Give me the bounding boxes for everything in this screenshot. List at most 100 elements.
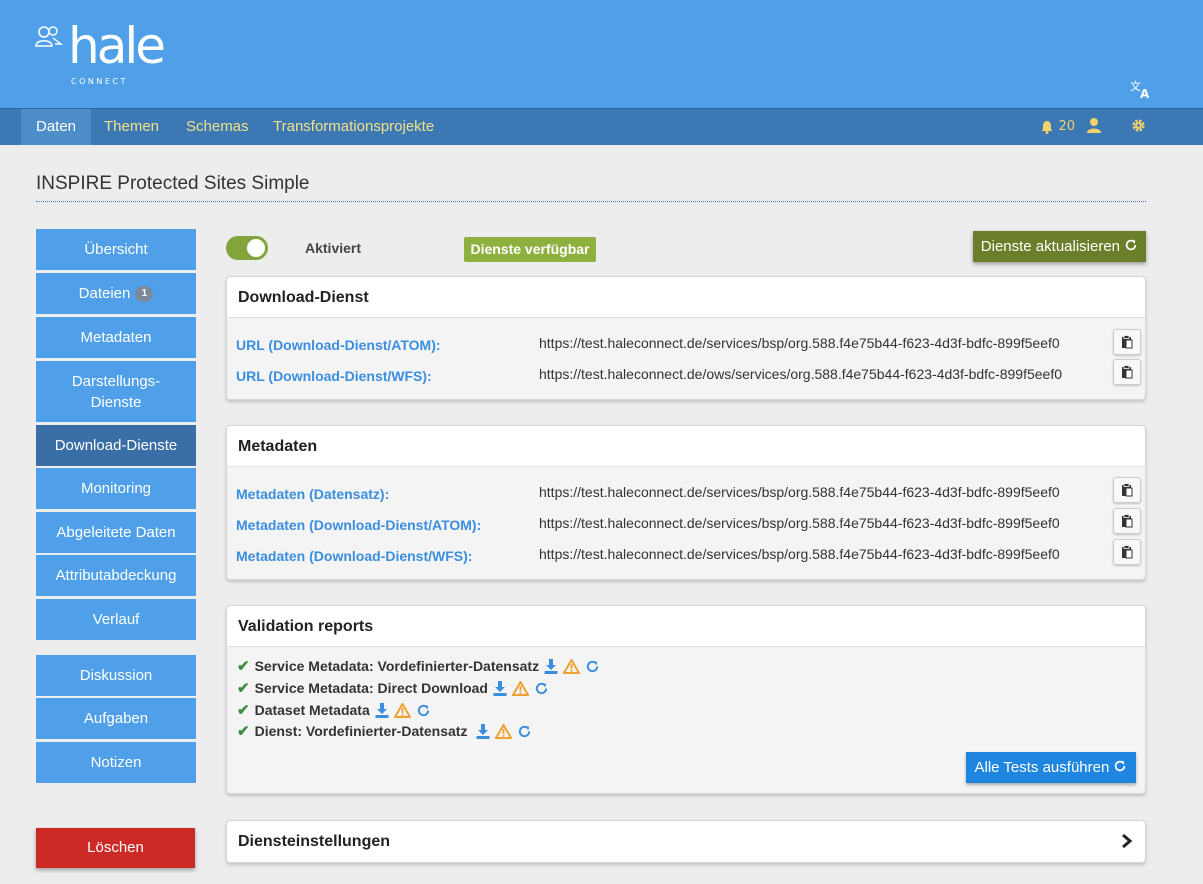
url-wfs-label[interactable]: URL (Download-Dienst/WFS): [236, 368, 432, 384]
sidebar-item-label: Notizen [90, 754, 142, 771]
copy-url-atom-button[interactable] [1113, 329, 1141, 355]
nav-item-themen[interactable]: Themen [89, 109, 174, 145]
metadata-atom-label[interactable]: Metadaten (Download-Dienst/ATOM): [236, 517, 481, 533]
check-icon: ✔ [237, 723, 250, 740]
download-icon[interactable] [375, 702, 389, 718]
rerun-icon[interactable] [416, 703, 431, 718]
metadata-panel: Metadaten Metadaten (Datensatz): https:/… [226, 425, 1146, 580]
refresh-icon [1115, 760, 1126, 772]
copy-metadata-atom-button[interactable] [1113, 508, 1141, 534]
main-nav: Daten Themen Schemas Transformationsproj… [0, 108, 1203, 145]
copy-metadata-dataset-button[interactable] [1113, 477, 1141, 503]
logo-wordmark: hale [68, 17, 166, 75]
sidebar-item-label: Abgeleitete Daten [56, 524, 176, 541]
check-icon: ✔ [237, 658, 250, 675]
validation-report-row: ✔ Dienst: Vordefinierter-Datensatz [237, 722, 532, 740]
sidebar-item-aufgaben[interactable]: Aufgaben [36, 698, 196, 739]
copy-metadata-wfs-button[interactable] [1113, 539, 1141, 565]
validation-report-row: ✔ Dataset Metadata [237, 701, 431, 719]
nav-item-daten[interactable]: Daten [21, 109, 92, 145]
toggle-knob [247, 239, 265, 257]
sidebar-item-metadaten[interactable]: Metadaten [36, 317, 196, 358]
panel-title: Diensteinstellungen [227, 821, 1145, 862]
clipboard-icon [1122, 514, 1133, 528]
download-icon[interactable] [544, 658, 558, 674]
metadata-dataset-label[interactable]: Metadaten (Datensatz): [236, 486, 389, 502]
sidebar-item-label: Darstellungs- Dienste [71, 372, 161, 411]
check-icon: ✔ [237, 680, 250, 697]
users-logo-icon [35, 26, 64, 47]
panel-title: Validation reports [227, 606, 1145, 647]
sidebar-item-darstellungs-dienste[interactable]: Darstellungs- Dienste [36, 361, 196, 422]
report-label: Service Metadata: Direct Download [254, 680, 488, 696]
run-all-tests-button[interactable]: Alle Tests ausführen [966, 752, 1136, 783]
clipboard-icon [1122, 335, 1133, 349]
refresh-icon [1125, 239, 1137, 251]
file-count-badge: 1 [135, 285, 154, 302]
clipboard-icon [1122, 365, 1133, 379]
sidebar-item-notizen[interactable]: Notizen [36, 742, 196, 783]
metadata-wfs-value: https://test.haleconnect.de/services/bsp… [539, 546, 1060, 562]
gear-icon[interactable] [1131, 109, 1146, 145]
sidebar-item-dateien[interactable]: Dateien 1 [36, 273, 196, 314]
notifications-count: 20 [1058, 119, 1075, 134]
svg-text:A: A [1140, 87, 1150, 99]
delete-button[interactable]: Löschen [36, 828, 195, 868]
metadata-dataset-value: https://test.haleconnect.de/services/bsp… [539, 484, 1060, 500]
chevron-right-icon[interactable] [1121, 833, 1133, 849]
metadata-atom-value: https://test.haleconnect.de/services/bsp… [539, 515, 1060, 531]
refresh-services-button[interactable]: Dienste aktualisieren [973, 231, 1146, 262]
refresh-services-label: Dienste aktualisieren [980, 238, 1121, 255]
status-badge: Dienste verfügbar [464, 237, 596, 262]
toggle-label: Aktiviert [305, 240, 362, 256]
sidebar-item-monitoring[interactable]: Monitoring [36, 468, 196, 509]
panel-title-text: Diensteinstellungen [238, 833, 391, 850]
sidebar-item-label: Download-Dienste [54, 437, 178, 454]
activation-toggle[interactable] [226, 236, 268, 260]
rerun-icon[interactable] [517, 724, 532, 739]
sidebar-item-verlauf[interactable]: Verlauf [36, 599, 196, 640]
panel-title: Download-Dienst [227, 277, 1145, 318]
report-label: Dienst: Vordefinierter-Datensatz [254, 723, 468, 739]
report-label: Service Metadata: Vordefinierter-Datensa… [254, 658, 540, 674]
metadata-wfs-label[interactable]: Metadaten (Download-Dienst/WFS): [236, 548, 472, 564]
validation-reports-panel: Validation reports ✔ Service Metadata: V… [226, 605, 1146, 794]
sidebar-item-diskussion[interactable]: Diskussion [36, 655, 196, 696]
warning-icon[interactable] [393, 702, 411, 718]
rerun-icon[interactable] [534, 681, 549, 696]
logo-subtitle: CONNECT [71, 77, 128, 86]
copy-url-wfs-button[interactable] [1113, 359, 1141, 385]
sidebar-item-download-dienste[interactable]: Download-Dienste [36, 425, 196, 466]
validation-report-row: ✔ Service Metadata: Vordefinierter-Daten… [237, 657, 600, 675]
nav-item-schemas[interactable]: Schemas [171, 109, 264, 145]
clipboard-icon [1122, 545, 1133, 559]
hale-connect-logo[interactable]: hale CONNECT [34, 17, 174, 90]
page-title: INSPIRE Protected Sites Simple [36, 173, 310, 194]
download-icon[interactable] [493, 680, 507, 696]
check-icon: ✔ [237, 702, 250, 719]
notifications-button[interactable]: 20 [1040, 109, 1075, 145]
validation-report-row: ✔ Service Metadata: Direct Download [237, 679, 549, 697]
warning-icon[interactable] [563, 658, 581, 674]
run-all-tests-label: Alle Tests ausführen [974, 759, 1110, 776]
service-settings-panel[interactable]: Diensteinstellungen [226, 820, 1146, 863]
sidebar-item-abgeleitete-daten[interactable]: Abgeleitete Daten [36, 512, 196, 553]
nav-item-transformationsprojekte[interactable]: Transformationsprojekte [258, 109, 449, 145]
user-icon[interactable] [1086, 109, 1102, 145]
sidebar-item-uebersicht[interactable]: Übersicht [36, 229, 196, 270]
url-atom-label[interactable]: URL (Download-Dienst/ATOM): [236, 337, 441, 353]
warning-icon[interactable] [511, 680, 529, 696]
sidebar-item-label: Attributabdeckung [55, 567, 177, 584]
sidebar-item-label: Dateien [78, 285, 131, 302]
sidebar-item-label: Verlauf [92, 611, 140, 628]
url-atom-value: https://test.haleconnect.de/services/bsp… [539, 335, 1060, 351]
sidebar-item-label: Diskussion [79, 667, 153, 684]
sidebar-item-attributabdeckung[interactable]: Attributabdeckung [36, 555, 196, 596]
sidebar-item-label: Metadaten [80, 329, 152, 346]
translate-icon[interactable]: 文 A [1130, 79, 1154, 101]
download-icon[interactable] [476, 723, 490, 739]
url-wfs-value: https://test.haleconnect.de/ows/services… [539, 366, 1063, 382]
clipboard-icon [1122, 483, 1133, 497]
rerun-icon[interactable] [585, 659, 600, 674]
warning-icon[interactable] [495, 723, 513, 739]
